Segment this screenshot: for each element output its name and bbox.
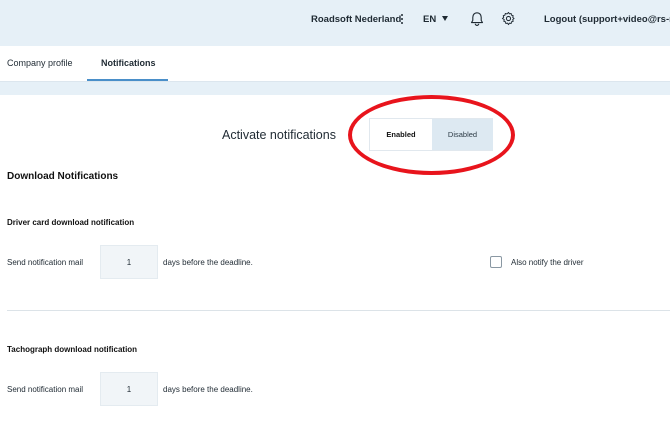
driver-card-send-label: Send notification mail	[7, 258, 84, 267]
logout-link[interactable]: Logout (support+video@rs-roa	[544, 14, 670, 25]
bell-icon[interactable]	[469, 11, 485, 27]
tab-company-profile[interactable]: Company profile	[7, 58, 73, 68]
caret-down-icon[interactable]	[442, 16, 448, 21]
tab-bar: Company profile Notifications	[0, 46, 670, 82]
tachograph-send-label: Send notification mail	[7, 385, 84, 394]
gear-icon[interactable]	[501, 11, 516, 26]
disabled-option[interactable]: Disabled	[432, 119, 493, 150]
top-bar: Roadsoft Nederland EN Logout (support+vi…	[0, 0, 670, 46]
driver-card-days-input[interactable]	[100, 245, 158, 279]
notify-driver-checkbox[interactable]	[490, 256, 502, 268]
organization-name[interactable]: Roadsoft Nederland	[311, 14, 401, 25]
tab-notifications[interactable]: Notifications	[101, 58, 156, 68]
tachograph-heading: Tachograph download notification	[7, 345, 138, 354]
notifications-toggle: Enabled Disabled	[369, 118, 493, 151]
kebab-menu-icon[interactable]	[399, 13, 405, 25]
activate-notifications-label: Activate notifications	[222, 128, 336, 142]
enabled-option[interactable]: Enabled	[370, 119, 432, 150]
notify-driver-label[interactable]: Also notify the driver	[511, 258, 583, 267]
section-divider	[7, 310, 670, 311]
driver-card-heading: Driver card download notification	[7, 218, 135, 227]
tachograph-days-input[interactable]	[100, 372, 158, 406]
section-band	[0, 82, 670, 95]
active-tab-indicator	[87, 79, 168, 81]
tachograph-days-after-label: days before the deadline.	[163, 385, 253, 394]
download-notifications-heading: Download Notifications	[7, 171, 119, 182]
language-selector[interactable]: EN	[423, 14, 436, 25]
driver-card-days-after-label: days before the deadline.	[163, 258, 253, 267]
